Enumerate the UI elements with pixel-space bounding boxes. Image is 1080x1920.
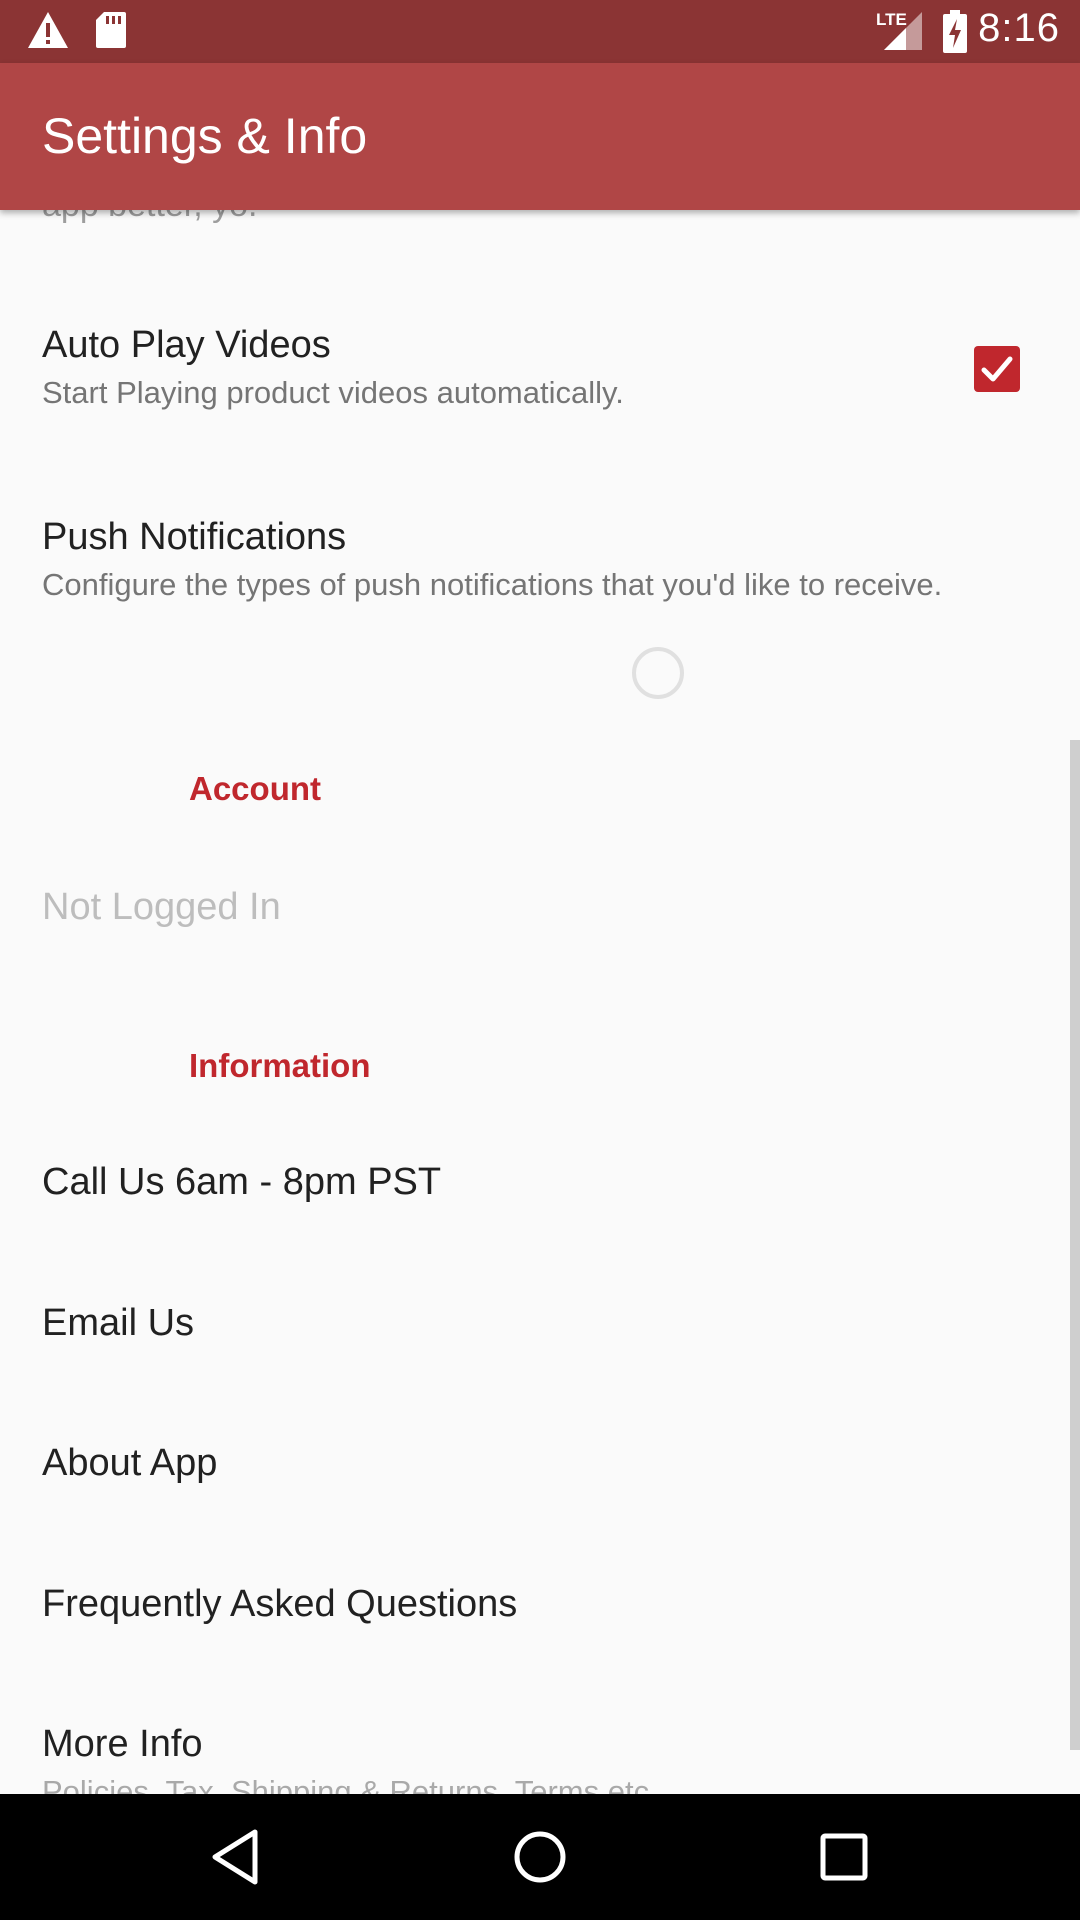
partial-summary-text: app better, yo. [42, 210, 258, 225]
recents-icon[interactable] [809, 1822, 879, 1892]
loading-spinner [632, 647, 684, 699]
status-time: 8:16 [978, 6, 1060, 50]
email-us-pref[interactable]: Email Us [42, 1300, 1038, 1346]
push-notifications-pref[interactable]: Push Notifications Configure the types o… [42, 514, 1038, 606]
sd-card-icon [96, 12, 126, 48]
warning-icon [28, 12, 68, 48]
more-info-pref[interactable]: More Info Policies, Tax, Shipping & Retu… [42, 1721, 1038, 1794]
faq-pref[interactable]: Frequently Asked Questions [42, 1581, 1038, 1627]
push-notifications-title: Push Notifications [42, 516, 347, 558]
scrollbar[interactable] [1070, 740, 1080, 1750]
push-notifications-summary: Configure the types of push notification… [42, 567, 943, 602]
call-us-pref[interactable]: Call Us 6am - 8pm PST [42, 1159, 1038, 1205]
back-icon[interactable] [201, 1822, 271, 1892]
auto-play-videos-pref[interactable]: Auto Play Videos Start Playing product v… [42, 322, 1038, 414]
page-title: Settings & Info [42, 108, 368, 164]
more-info-title: More Info [42, 1723, 203, 1765]
about-app-pref[interactable]: About App [42, 1440, 1038, 1486]
call-us-title: Call Us 6am - 8pm PST [42, 1161, 442, 1203]
app-toolbar: Settings & Info [0, 63, 1080, 210]
battery-charging-icon [943, 10, 967, 53]
login-status-pref[interactable]: Not Logged In [42, 884, 1038, 930]
more-info-summary: Policies, Tax, Shipping & Returns, Terms… [42, 1774, 650, 1794]
account-category-header: Account [189, 770, 321, 807]
faq-title: Frequently Asked Questions [42, 1583, 518, 1625]
checkmark-icon [981, 356, 1013, 382]
email-us-title: Email Us [42, 1302, 195, 1344]
settings-list[interactable]: app better, yo. Auto Play Videos Start P… [0, 210, 1080, 1794]
auto-play-summary: Start Playing product videos automatical… [42, 375, 624, 410]
status-bar: LTE 8:16 [0, 0, 1080, 63]
about-app-title: About App [42, 1442, 218, 1484]
home-icon[interactable] [505, 1822, 575, 1892]
auto-play-title: Auto Play Videos [42, 324, 331, 366]
login-status-title: Not Logged In [42, 886, 281, 928]
information-category-header: Information [189, 1047, 371, 1084]
lte-signal-icon [884, 12, 922, 50]
navigation-bar [0, 1794, 1080, 1920]
auto-play-checkbox[interactable] [974, 346, 1020, 392]
